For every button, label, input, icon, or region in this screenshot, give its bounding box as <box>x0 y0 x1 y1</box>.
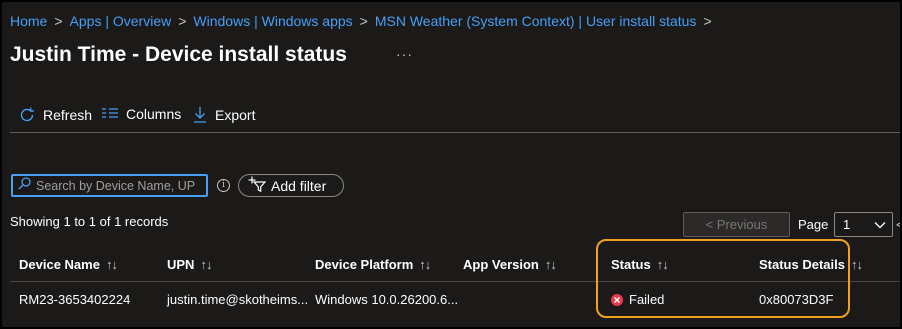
search-icon <box>18 176 31 195</box>
refresh-icon <box>18 106 36 124</box>
column-header-label: App Version <box>463 257 539 272</box>
chevron-right-icon: > <box>359 13 368 29</box>
info-icon[interactable]: i <box>217 179 230 192</box>
cell-device-platform: Windows 10.0.26200.6... <box>315 292 459 307</box>
sort-icon: ↑↓ <box>850 257 863 272</box>
page-select[interactable]: 1 <box>834 212 893 237</box>
column-header-app-version[interactable]: App Version ↑↓ <box>463 257 557 272</box>
refresh-button[interactable]: Refresh <box>18 106 92 124</box>
breadcrumb-home[interactable]: Home <box>10 13 47 29</box>
window-frame: Home > Apps | Overview > Windows | Windows a… <box>0 0 902 329</box>
sort-icon: ↑↓ <box>544 257 557 272</box>
column-header-upn[interactable]: UPN ↑↓ <box>167 257 212 272</box>
columns-label: Columns <box>126 106 182 122</box>
add-filter-label: Add filter <box>271 177 327 194</box>
add-filter-button[interactable]: Add filter <box>238 174 344 197</box>
sort-icon: ↑↓ <box>419 257 431 272</box>
column-header-label: Device Platform <box>315 257 414 272</box>
chevron-down-icon <box>874 217 886 232</box>
chevron-right-icon: > <box>703 13 712 29</box>
toolbar-divider <box>10 132 900 133</box>
more-options-button[interactable]: ··· <box>396 46 413 62</box>
columns-icon <box>101 107 119 121</box>
page-title: Justin Time - Device install status <box>10 43 347 66</box>
cell-device-name[interactable]: RM23-3653402224 <box>19 292 130 307</box>
highlight-annotation-box <box>596 239 850 318</box>
add-filter-icon <box>248 176 267 195</box>
export-icon <box>192 106 208 124</box>
column-header-label: UPN <box>167 257 195 272</box>
export-label: Export <box>215 107 256 123</box>
column-header-device-platform[interactable]: Device Platform ↑↓ <box>315 257 431 272</box>
breadcrumb-windows-apps[interactable]: Windows | Windows apps <box>193 13 352 29</box>
export-button[interactable]: Export <box>192 106 255 124</box>
breadcrumb-apps-overview[interactable]: Apps | Overview <box>70 13 172 29</box>
columns-button[interactable]: Columns <box>101 106 181 122</box>
records-summary: Showing 1 to 1 of 1 records <box>10 214 169 229</box>
sort-icon: ↑↓ <box>105 257 118 272</box>
sort-icon: ↑↓ <box>200 257 212 272</box>
breadcrumb: Home > Apps | Overview > Windows | Windows a… <box>10 13 719 29</box>
cell-upn: justin.time@skotheims... <box>167 292 309 307</box>
next-page-button[interactable]: < <box>896 217 900 232</box>
refresh-label: Refresh <box>43 107 93 123</box>
chevron-right-icon: > <box>54 13 63 29</box>
column-header-device-name[interactable]: Device Name ↑↓ <box>19 257 118 272</box>
breadcrumb-user-install-status[interactable]: MSN Weather (System Context) | User inst… <box>375 13 697 29</box>
chevron-right-icon: > <box>178 13 187 29</box>
search-box[interactable] <box>11 174 208 197</box>
previous-page-button[interactable]: < Previous <box>683 212 790 237</box>
column-header-label: Device Name <box>19 257 100 272</box>
page-select-value: 1 <box>843 217 851 232</box>
page-label: Page <box>798 217 829 232</box>
search-input[interactable] <box>36 178 196 193</box>
